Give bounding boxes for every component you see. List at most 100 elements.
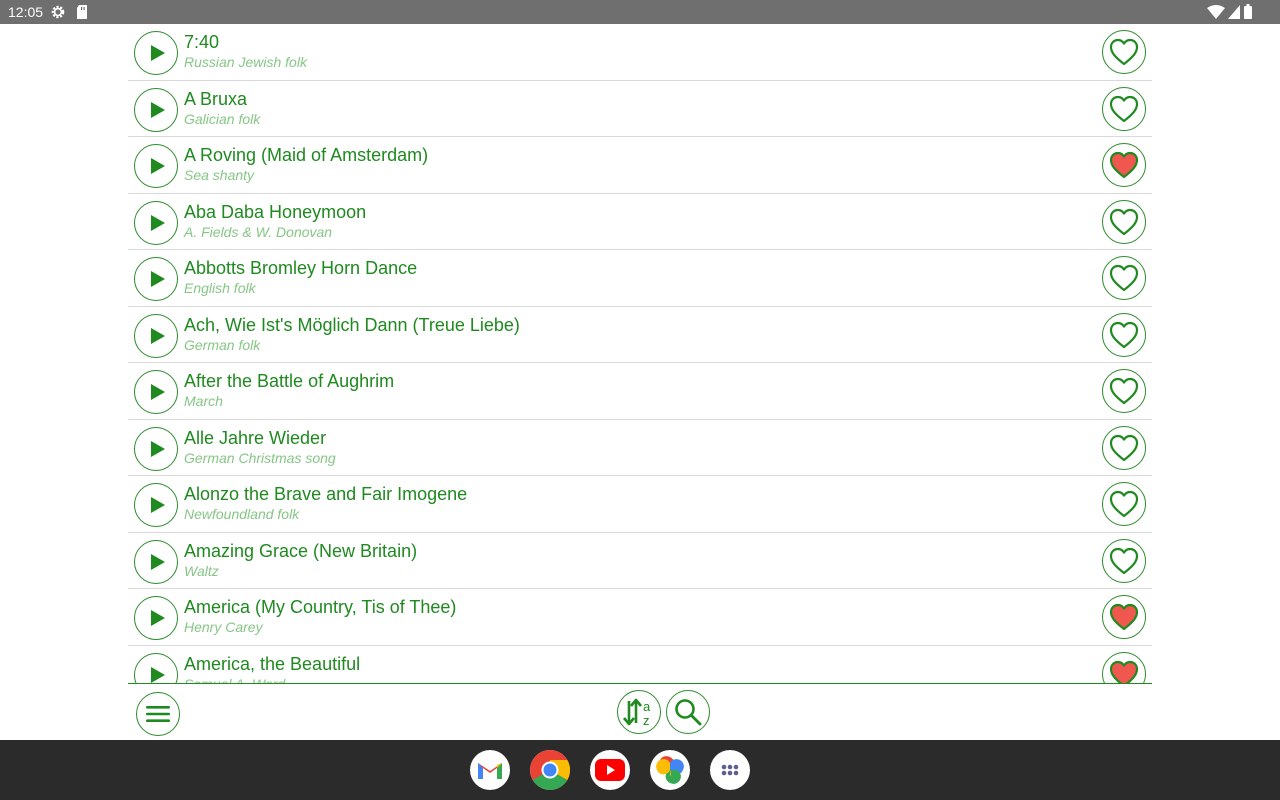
song-title: America, the Beautiful xyxy=(184,653,361,674)
sort-az-icon: a z xyxy=(623,698,651,728)
play-icon xyxy=(150,101,165,118)
status-bar: 12:05 xyxy=(0,0,1280,24)
status-time: 12:05 xyxy=(8,4,44,20)
play-icon xyxy=(150,384,165,400)
play-icon xyxy=(150,45,165,61)
favorite-button[interactable] xyxy=(1102,482,1146,526)
song-subtitle: German Christmas song xyxy=(184,449,336,466)
play-button[interactable] xyxy=(134,426,178,471)
play-button[interactable] xyxy=(134,539,178,584)
app-drawer[interactable] xyxy=(710,750,750,790)
sort-button[interactable]: a z xyxy=(617,690,661,734)
heart-icon xyxy=(1109,95,1139,122)
app-drawer-icon xyxy=(721,764,739,776)
heart-filled-icon xyxy=(1109,660,1139,684)
heart-filled-icon xyxy=(1109,151,1139,179)
favorite-button[interactable] xyxy=(1102,143,1146,187)
chrome-app[interactable] xyxy=(530,750,570,790)
song-row[interactable]: Alonzo the Brave and Fair Imogene Newfou… xyxy=(128,476,1152,533)
song-row[interactable]: Ach, Wie Ist's Möglich Dann (Treue Liebe… xyxy=(128,307,1152,363)
song-title: Aba Daba Honeymoon xyxy=(184,201,367,222)
play-button[interactable] xyxy=(134,200,178,245)
play-button[interactable] xyxy=(134,31,178,75)
heart-icon xyxy=(1109,208,1139,235)
youtube-app[interactable] xyxy=(590,750,630,790)
play-button[interactable] xyxy=(134,483,178,527)
song-title: Amazing Grace (New Britain) xyxy=(184,540,418,561)
play-icon xyxy=(150,214,165,231)
heart-icon xyxy=(1109,490,1139,518)
heart-icon xyxy=(1109,321,1139,348)
search-button[interactable] xyxy=(666,690,710,734)
song-row[interactable]: 7:40 Russian Jewish folk xyxy=(128,24,1152,81)
song-list[interactable]: 7:40 Russian Jewish folk A Bruxa Galicia… xyxy=(128,24,1152,684)
favorite-button[interactable] xyxy=(1102,425,1146,470)
play-icon xyxy=(150,327,165,344)
favorite-button[interactable] xyxy=(1102,199,1146,244)
song-title: Ach, Wie Ist's Möglich Dann (Treue Liebe… xyxy=(184,314,520,335)
song-title: Abbotts Bromley Horn Dance xyxy=(184,258,418,278)
youtube-icon xyxy=(595,759,625,781)
song-title: 7:40 xyxy=(184,32,220,52)
favorite-button[interactable] xyxy=(1102,651,1146,684)
play-button[interactable] xyxy=(134,257,178,301)
song-row[interactable]: Amazing Grace (New Britain) Waltz xyxy=(128,533,1152,589)
song-title: After the Battle of Aughrim xyxy=(184,371,395,391)
song-subtitle: Newfoundland folk xyxy=(184,506,300,522)
heart-filled-icon xyxy=(1109,603,1139,631)
song-row[interactable]: Alle Jahre Wieder German Christmas song xyxy=(128,420,1152,476)
song-row[interactable]: A Roving (Maid of Amsterdam) Sea shanty xyxy=(128,137,1152,194)
song-row[interactable]: America (My Country, Tis of Thee) Henry … xyxy=(128,589,1152,646)
play-button[interactable] xyxy=(134,87,178,132)
song-subtitle: Henry Carey xyxy=(184,619,263,635)
gmail-app[interactable] xyxy=(470,750,510,790)
song-subtitle: A. Fields & W. Donovan xyxy=(184,223,333,240)
play-button[interactable] xyxy=(134,144,178,188)
svg-text:a: a xyxy=(643,699,651,714)
song-title: A Bruxa xyxy=(184,88,248,109)
play-icon xyxy=(150,497,165,513)
favorite-button[interactable] xyxy=(1102,595,1146,639)
song-row[interactable]: Abbotts Bromley Horn Dance English folk xyxy=(128,250,1152,307)
heart-icon xyxy=(1109,38,1139,66)
favorite-button[interactable] xyxy=(1102,256,1146,300)
play-icon xyxy=(150,666,165,683)
wifi-icon xyxy=(1207,5,1225,19)
play-icon xyxy=(150,158,165,174)
play-button[interactable] xyxy=(134,313,178,358)
song-row[interactable]: After the Battle of Aughrim March xyxy=(128,363,1152,420)
play-button[interactable] xyxy=(134,596,178,640)
song-title: Alonzo the Brave and Fair Imogene xyxy=(184,484,468,504)
play-button[interactable] xyxy=(134,370,178,414)
play-icon xyxy=(150,271,165,287)
list-divider xyxy=(128,683,1152,684)
favorite-button[interactable] xyxy=(1102,538,1146,583)
song-row[interactable]: America, the Beautiful Samuel A. Ward xyxy=(128,646,1152,684)
heart-icon xyxy=(1109,264,1139,292)
song-title: Alle Jahre Wieder xyxy=(184,427,327,448)
menu-icon xyxy=(146,706,170,722)
heart-icon xyxy=(1109,547,1139,574)
heart-icon xyxy=(1109,377,1139,405)
gmail-icon xyxy=(478,763,502,779)
photos-icon xyxy=(656,756,684,784)
menu-button[interactable] xyxy=(136,692,180,736)
favorite-button[interactable] xyxy=(1102,369,1146,413)
heart-icon xyxy=(1109,434,1139,461)
favorite-button[interactable] xyxy=(1102,30,1146,74)
song-title: A Roving (Maid of Amsterdam) xyxy=(184,145,429,165)
search-icon xyxy=(675,699,702,726)
sd-card-icon xyxy=(77,5,87,19)
signal-icon xyxy=(1228,5,1240,19)
svg-text:z: z xyxy=(643,713,650,728)
song-row[interactable]: Aba Daba Honeymoon A. Fields & W. Donova… xyxy=(128,194,1152,250)
play-icon xyxy=(150,440,165,457)
song-row[interactable]: A Bruxa Galician folk xyxy=(128,81,1152,137)
favorite-button[interactable] xyxy=(1102,312,1146,357)
song-subtitle: Sea shanty xyxy=(184,167,255,183)
play-button[interactable] xyxy=(134,652,178,684)
song-subtitle: English folk xyxy=(184,280,256,296)
favorite-button[interactable] xyxy=(1102,86,1146,131)
battery-icon xyxy=(1244,4,1252,19)
photos-app[interactable] xyxy=(650,750,690,790)
